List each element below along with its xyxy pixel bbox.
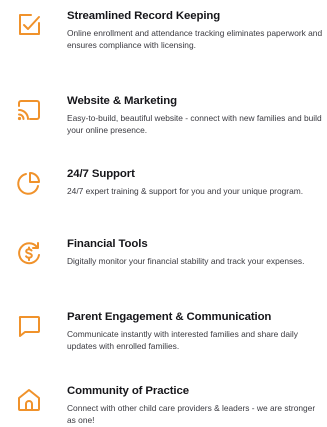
pie-chart-icon [16, 170, 42, 196]
feature-description: 24/7 expert training & support for you a… [67, 186, 304, 196]
feature-description: Digitally monitor your financial stabili… [67, 256, 305, 266]
feature-title: Community of Practice [67, 385, 189, 397]
feature-title: Parent Engagement & Communication [67, 311, 272, 323]
checklist-edit-icon [16, 12, 42, 38]
feature-description: Easy-to-build, beautiful website - conne… [67, 113, 322, 136]
home-icon [16, 387, 42, 413]
feature-title: Streamlined Record Keeping [67, 10, 221, 22]
feature-title: 24/7 Support [67, 168, 135, 180]
screen-cast-icon [16, 97, 42, 123]
feature-description: Online enrollment and attendance trackin… [67, 28, 323, 51]
feature-title: Financial Tools [67, 238, 148, 250]
feature-title: Website & Marketing [67, 95, 177, 107]
dollar-cycle-icon [16, 241, 42, 267]
feature-description: Connect with other child care providers … [67, 403, 316, 426]
feature-description: Communicate instantly with interested fa… [67, 329, 298, 352]
feature-list: Streamlined Record Keeping Online enroll… [0, 0, 327, 425]
chat-bubble-icon [16, 313, 42, 339]
